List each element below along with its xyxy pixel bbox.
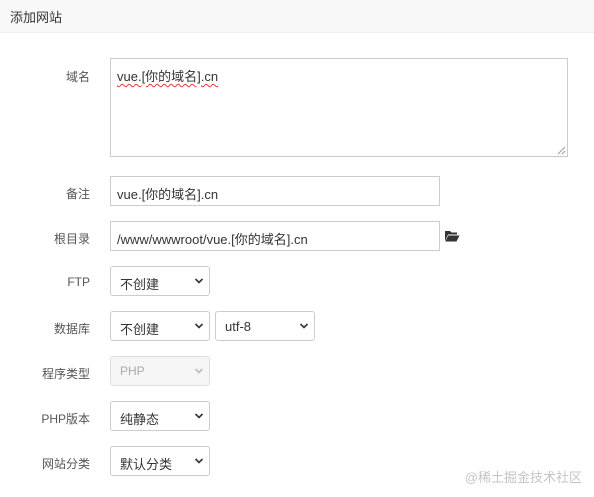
- program-type-select-value: PHP: [120, 364, 145, 378]
- remark-input[interactable]: vue.[你的域名].cn: [110, 176, 440, 206]
- folder-open-icon[interactable]: [444, 229, 460, 243]
- resize-grip-icon[interactable]: [557, 146, 566, 155]
- ftp-select-value: 不创建: [120, 277, 160, 292]
- database-label: 数据库: [53, 322, 90, 336]
- database-select[interactable]: 不创建: [110, 311, 210, 341]
- chevron-down-icon: [194, 368, 204, 374]
- ftp-label: FTP: [67, 275, 90, 289]
- root-dir-input-value: /www/wwwroot/vue.[你的域名].cn: [117, 232, 308, 247]
- root-dir-input[interactable]: /www/wwwroot/vue.[你的域名].cn: [110, 221, 440, 251]
- chevron-down-icon: [194, 323, 204, 329]
- remark-input-value: vue.[你的域名].cn: [117, 187, 219, 202]
- remark-label: 备注: [65, 187, 90, 201]
- chevron-down-icon: [194, 413, 204, 419]
- domain-textarea-value: vue.[你的域名].cn: [117, 69, 219, 84]
- chevron-down-icon: [194, 458, 204, 464]
- program-type-select: PHP: [110, 356, 210, 386]
- dialog-title: 添加网站: [10, 10, 63, 25]
- database-select-value: 不创建: [120, 322, 160, 337]
- chevron-down-icon: [299, 323, 309, 329]
- php-version-label: PHP版本: [41, 412, 90, 426]
- domain-label: 域名: [65, 70, 90, 84]
- charset-select[interactable]: utf-8: [215, 311, 315, 341]
- charset-select-value: utf-8: [225, 319, 252, 334]
- chevron-down-icon: [194, 278, 204, 284]
- site-category-select[interactable]: 默认分类: [110, 446, 210, 476]
- domain-textarea[interactable]: vue.[你的域名].cn: [110, 58, 568, 157]
- program-type-label: 程序类型: [41, 367, 90, 381]
- watermark: @稀土掘金技术社区: [464, 470, 582, 485]
- site-category-select-value: 默认分类: [120, 457, 173, 472]
- site-category-label: 网站分类: [41, 457, 90, 471]
- ftp-select[interactable]: 不创建: [110, 266, 210, 296]
- root-dir-label: 根目录: [53, 232, 90, 246]
- php-version-select-value: 纯静态: [120, 412, 160, 427]
- php-version-select[interactable]: 纯静态: [110, 401, 210, 431]
- dialog-header: 添加网站: [0, 0, 594, 33]
